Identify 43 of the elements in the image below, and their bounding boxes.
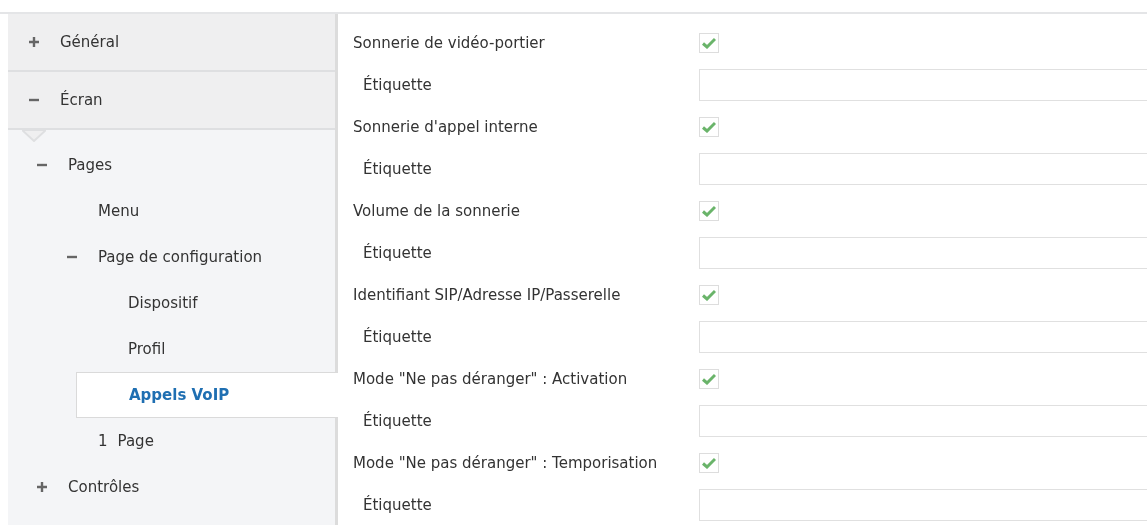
- setting-label: Sonnerie de vidéo-portier: [352, 34, 546, 52]
- tree-item[interactable]: Écran: [8, 72, 335, 130]
- tree-item[interactable]: Général: [8, 14, 335, 72]
- tree-item[interactable]: Profil: [8, 326, 335, 372]
- check-icon: [702, 37, 716, 49]
- setting-label: Sonnerie d'appel interne: [352, 118, 539, 136]
- field-label: Étiquette: [362, 328, 433, 346]
- tree-item[interactable]: Contrôles: [8, 464, 335, 510]
- setting-label: Mode "Ne pas déranger" : Activation: [352, 370, 629, 388]
- check-icon: [702, 457, 716, 469]
- expand-icon[interactable]: [28, 36, 40, 48]
- checkbox[interactable]: [699, 369, 719, 389]
- setting-label: Mode "Ne pas déranger" : Temporisation: [352, 454, 659, 472]
- tree-item[interactable]: Appels VoIP: [76, 372, 338, 418]
- checkbox[interactable]: [699, 33, 719, 53]
- setting-label: Volume de la sonnerie: [352, 202, 521, 220]
- tree-item[interactable]: Dispositif: [8, 280, 335, 326]
- tree-item[interactable]: 1 Page: [8, 418, 335, 464]
- check-icon: [702, 121, 716, 133]
- text-field[interactable]: [699, 153, 1147, 185]
- checkbox[interactable]: [699, 117, 719, 137]
- check-icon: [702, 289, 716, 301]
- setting-label: Identifiant SIP/Adresse IP/Passerelle: [352, 286, 622, 304]
- checkbox[interactable]: [699, 201, 719, 221]
- tree-item[interactable]: Page de configuration: [8, 234, 335, 280]
- checkbox[interactable]: [699, 285, 719, 305]
- text-field[interactable]: [699, 489, 1147, 521]
- field-label: Étiquette: [362, 496, 433, 514]
- check-icon: [702, 373, 716, 385]
- text-field[interactable]: [699, 69, 1147, 101]
- item-number: 1: [98, 432, 108, 450]
- checkbox[interactable]: [699, 453, 719, 473]
- text-field[interactable]: [699, 405, 1147, 437]
- field-label: Étiquette: [362, 160, 433, 178]
- tree-item[interactable]: Pages: [8, 142, 335, 188]
- text-field[interactable]: [699, 321, 1147, 353]
- check-icon: [702, 205, 716, 217]
- text-field[interactable]: [699, 237, 1147, 269]
- field-label: Étiquette: [362, 76, 433, 94]
- tree-item[interactable]: Menu: [8, 188, 335, 234]
- field-label: Étiquette: [362, 244, 433, 262]
- field-label: Étiquette: [362, 412, 433, 430]
- expand-icon[interactable]: [36, 481, 48, 493]
